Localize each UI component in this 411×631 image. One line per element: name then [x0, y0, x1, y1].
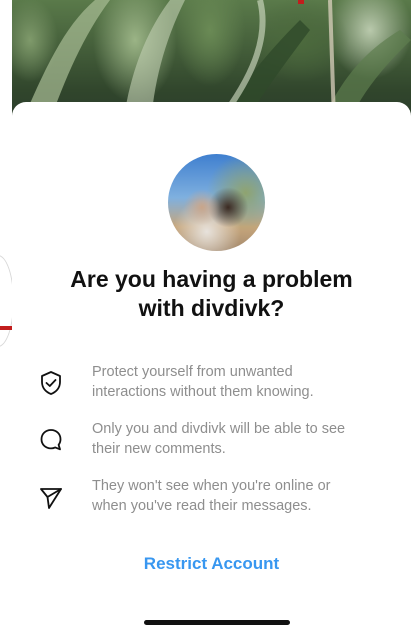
dialog-title-line-1: Are you having a problem: [70, 266, 353, 292]
feature-protect-text: Protect yourself from unwanted interacti…: [92, 362, 392, 402]
feature-messages: They won't see when you're online or whe…: [12, 476, 411, 526]
feature-messages-text: They won't see when you're online or whe…: [92, 476, 392, 516]
profile-avatar: [168, 154, 265, 251]
home-indicator[interactable]: [144, 620, 290, 625]
top-marker: [298, 0, 304, 4]
restrict-account-button[interactable]: Restrict Account: [12, 554, 411, 574]
comment-bubble-icon: [38, 427, 64, 453]
restrict-bottom-sheet: Are you having a problem with divdivk? P…: [12, 102, 411, 631]
feature-comments-line-1: Only you and divdivk will be able to see: [92, 421, 346, 437]
feature-protect: Protect yourself from unwanted interacti…: [12, 362, 411, 412]
feature-protect-line-1: Protect yourself from unwanted: [92, 364, 293, 380]
shield-check-icon: [38, 370, 64, 396]
feature-messages-line-1: They won't see when you're online or: [92, 478, 331, 494]
feature-protect-line-2: interactions without them knowing.: [92, 384, 314, 400]
feature-messages-line-2: when you've read their messages.: [92, 498, 312, 514]
feature-comments-line-2: their new comments.: [92, 441, 226, 457]
feature-comments-text: Only you and divdivk will be able to see…: [92, 419, 392, 459]
edge-marker: [0, 326, 12, 330]
dialog-title-line-2: with divdivk?: [138, 295, 285, 321]
dialog-title: Are you having a problem with divdivk?: [12, 265, 411, 323]
feature-comments: Only you and divdivk will be able to see…: [12, 419, 411, 469]
paper-plane-icon: [38, 485, 64, 511]
